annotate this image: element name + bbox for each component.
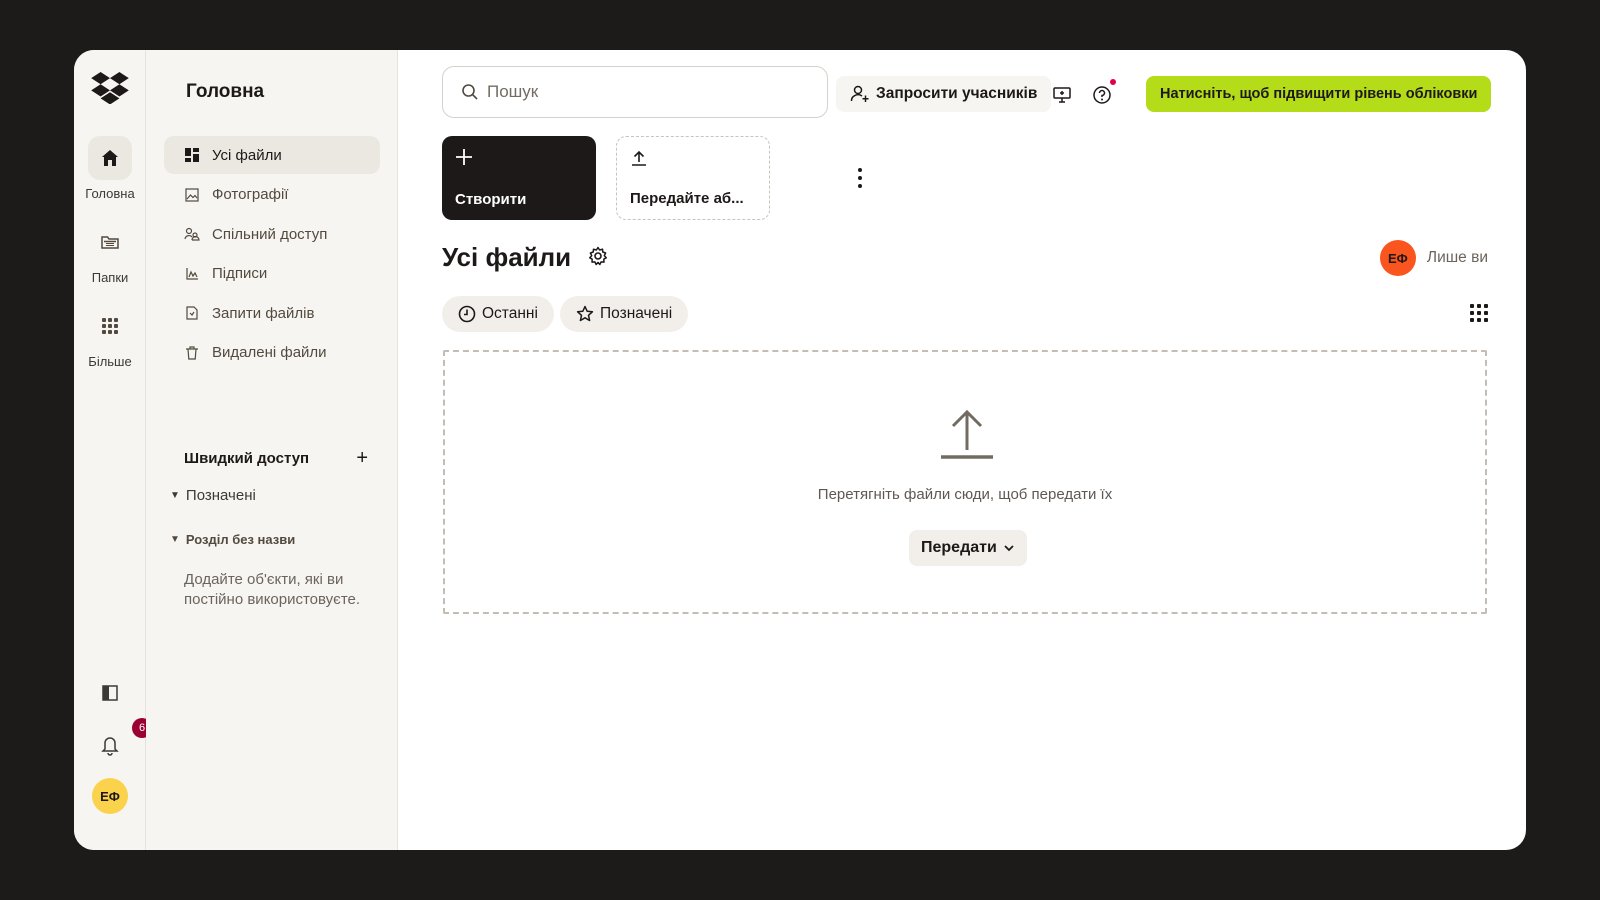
desktop-app-button[interactable] (1050, 83, 1074, 107)
create-label: Створити (455, 191, 527, 208)
clock-icon (458, 305, 476, 323)
search-icon (462, 84, 478, 100)
drop-zone-text: Перетягніть файли сюди, щоб передати їх (817, 486, 1113, 503)
search-input[interactable] (487, 82, 787, 102)
upload-tile[interactable]: Передайте аб... (616, 136, 770, 220)
desktop-icon (1053, 87, 1071, 103)
nav-item-label: Видалені файли (212, 344, 327, 362)
user-avatar[interactable]: ЕФ (92, 778, 128, 814)
nav-item-file-requests[interactable]: Запити файлів (164, 294, 380, 332)
signature-icon (186, 267, 198, 280)
nav-item-shared[interactable]: Спільний доступ (164, 215, 380, 253)
chip-recent[interactable]: Останні (442, 296, 554, 332)
page-title: Усі файли (442, 242, 572, 272)
nav-panel: Головна Усі файли Фотографії Спільний до… (146, 50, 398, 850)
kebab-dot (858, 176, 862, 180)
help-button[interactable] (1090, 79, 1116, 107)
nav-item-label: Запити файлів (212, 304, 315, 322)
sidebar-toggle-button[interactable] (74, 684, 146, 702)
app-window: Головна Папки Більше 6 ЕФ Головна Усі фа… (74, 50, 1526, 850)
chevron-down-icon: ▼ (170, 534, 180, 545)
starred-section-toggle[interactable]: ▼ Позначені (170, 487, 256, 504)
nav-item-all-files[interactable]: Усі файли (164, 136, 380, 174)
create-button[interactable]: Створити (442, 136, 596, 220)
nav-list: Усі файли Фотографії Спільний доступ Під… (164, 136, 380, 374)
star-icon (576, 305, 594, 322)
upload-button[interactable]: Передати (909, 530, 1027, 566)
nav-item-signatures[interactable]: Підписи (164, 255, 380, 293)
nav-item-label: Фотографії (212, 186, 289, 204)
quick-access-hint: Додайте об'єкти, які ви постійно викорис… (184, 571, 361, 608)
nav-item-label: Спільний доступ (212, 225, 328, 243)
nav-item-deleted[interactable]: Видалені файли (164, 334, 380, 372)
bell-icon (101, 737, 119, 756)
owner-label: Лише ви (1426, 249, 1488, 266)
trash-icon (186, 346, 198, 360)
home-icon (102, 150, 118, 166)
photo-icon (185, 187, 199, 202)
chevron-down-icon: ▼ (170, 490, 180, 501)
drop-zone[interactable]: Перетягніть файли сюди, щоб передати їх … (443, 350, 1487, 614)
add-quick-access-button[interactable]: + (356, 448, 368, 468)
nav-item-photos[interactable]: Фотографії (164, 176, 380, 214)
upload-icon (632, 150, 646, 166)
plus-icon (456, 149, 472, 165)
untitled-section-label: Розділ без назви (185, 532, 296, 547)
rail-item-folders[interactable]: Папки (74, 220, 146, 285)
file-request-icon (186, 306, 198, 320)
nav-item-label: Усі файли (212, 146, 282, 164)
sidebar-toggle-icon (102, 685, 118, 701)
rail-item-more[interactable]: Більше (74, 304, 146, 369)
invite-members-button[interactable]: Запросити учасників (836, 76, 1052, 112)
dropbox-logo[interactable] (91, 72, 129, 104)
more-options-button[interactable] (850, 166, 870, 190)
rail-label-folders: Папки (91, 270, 129, 285)
left-rail: Головна Папки Більше 6 ЕФ (74, 50, 152, 850)
kebab-dot (858, 184, 862, 188)
upload-arrow-icon (941, 409, 993, 459)
kebab-dot (858, 168, 862, 172)
search-box[interactable] (442, 66, 828, 118)
nav-title: Головна (186, 81, 265, 102)
chevron-down-icon (1004, 545, 1014, 552)
owner-info: ЕФ Лише ви (1379, 240, 1488, 276)
rail-item-home[interactable]: Головна (74, 136, 146, 201)
help-indicator-dot (1110, 79, 1116, 85)
nav-item-label: Підписи (212, 265, 268, 283)
shared-icon (184, 228, 200, 241)
upload-button-label: Передати (921, 539, 997, 556)
folder-icon (101, 236, 119, 249)
starred-section-label: Позначені (185, 487, 256, 504)
notifications-button[interactable]: 6 (74, 718, 152, 761)
quick-access-header: Швидкий доступ + (184, 448, 368, 468)
grid-view-icon[interactable] (1470, 304, 1488, 322)
chip-starred-label: Позначені (600, 305, 673, 322)
all-files-icon (185, 148, 199, 162)
rail-label-more: Більше (88, 354, 132, 369)
owner-avatar[interactable]: ЕФ (1379, 240, 1416, 276)
invite-members-label: Запросити учасників (876, 85, 1038, 102)
upload-label: Передайте аб... (630, 190, 744, 207)
chip-starred[interactable]: Позначені (560, 296, 689, 332)
gear-icon[interactable] (588, 246, 608, 266)
apps-grid-icon (102, 318, 118, 334)
untitled-section-toggle[interactable]: ▼ Розділ без назви (170, 532, 295, 547)
rail-label-home: Головна (85, 186, 135, 201)
chip-recent-label: Останні (482, 305, 538, 322)
add-person-icon (850, 85, 869, 102)
upgrade-account-button[interactable]: Натисніть, щоб підвищити рівень обліковк… (1146, 76, 1492, 112)
help-icon (1093, 86, 1111, 104)
main-content: Запросити учасників Натисніть, щоб підви… (398, 50, 1526, 850)
quick-access-title: Швидкий доступ (184, 449, 310, 467)
